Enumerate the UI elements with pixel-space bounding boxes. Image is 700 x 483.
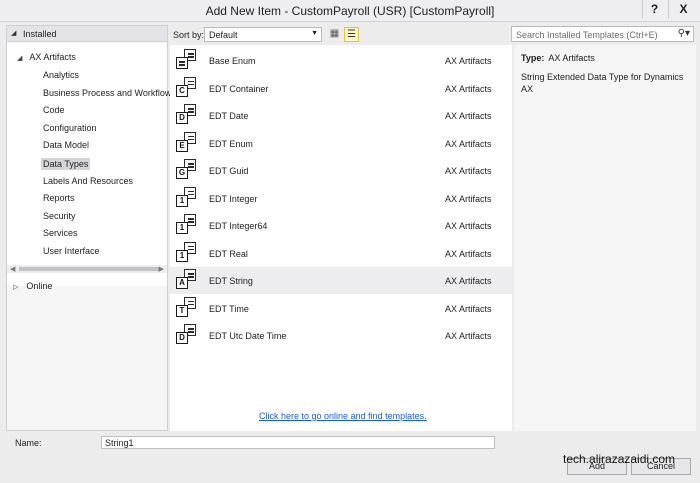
sort-label: Sort by:	[173, 30, 205, 40]
template-category: AX Artifacts	[445, 193, 492, 204]
search-icon[interactable]: ⚲▾	[678, 28, 690, 39]
template-name: EDT Integer	[209, 193, 258, 204]
edt-real-icon: 1	[176, 241, 198, 264]
template-name: EDT Container	[209, 83, 269, 94]
tree-item-analytics[interactable]: Analytics	[43, 70, 79, 80]
template-name: EDT Utc Date Time	[209, 331, 287, 341]
template-category: AX Artifacts	[445, 83, 492, 94]
tree-item-code[interactable]: Code	[43, 105, 65, 115]
sort-dropdown[interactable]: Default ▼	[204, 27, 322, 42]
footer: Name: Add Cancel tech.alirazazaidi.com	[0, 432, 700, 483]
type-value: AX Artifacts	[548, 53, 595, 63]
template-row[interactable]: D EDT Date AX Artifacts	[170, 102, 512, 129]
collapse-arrow-icon[interactable]: ◢	[11, 29, 16, 37]
sort-toolbar: Sort by: Default ▼ ▦ ☰	[170, 25, 512, 45]
template-name: Base Enum	[209, 56, 256, 66]
edt-string-icon: A	[176, 269, 198, 291]
installed-label: Installed	[23, 29, 57, 39]
help-button[interactable]: ?	[642, 0, 666, 18]
search-placeholder: Search Installed Templates (Ctrl+E)	[516, 30, 658, 40]
tree-item-configuration[interactable]: Configuration	[43, 123, 97, 133]
small-icons-view-button[interactable]: ▦	[327, 27, 342, 42]
template-category: AX Artifacts	[445, 56, 492, 66]
search-input[interactable]: Search Installed Templates (Ctrl+E) ⚲▾	[511, 26, 694, 42]
close-button[interactable]: X	[668, 0, 698, 18]
name-label: Name:	[15, 438, 42, 448]
template-category: AX Artifacts	[445, 276, 492, 286]
tree-horizontal-scrollbar[interactable]: ◀ ▶	[7, 265, 167, 273]
window-title: Add New Item - CustomPayroll (USR) [Cust…	[205, 4, 495, 18]
template-name: EDT String	[209, 276, 253, 286]
edt-guid-icon: G	[176, 159, 198, 181]
template-list: Base Enum AX Artifacts C EDT Container AX Ar…	[170, 45, 512, 431]
category-pane: ◢ Installed ◢ AX Artifacts Analytics Busin…	[6, 25, 171, 431]
template-category: AX Artifacts	[445, 166, 492, 176]
tree-item-business-process-and-workflow[interactable]: Business Process and Workflow	[43, 88, 171, 98]
template-name: EDT Guid	[209, 166, 249, 176]
template-row[interactable]: 1 EDT Integer AX Artifacts	[170, 185, 512, 212]
template-row[interactable]: A EDT String AX Artifacts	[170, 267, 512, 294]
tree-item-data-model[interactable]: Data Model	[43, 140, 89, 150]
edt-container-icon: C	[176, 76, 198, 99]
edt-date-icon: D	[176, 104, 198, 126]
template-row[interactable]: T EDT Time AX Artifacts	[170, 295, 512, 322]
edt-enum-icon: E	[176, 131, 198, 154]
edt-utc-date-time-icon: D	[176, 324, 198, 346]
grid-view-icon: ▦	[329, 28, 340, 39]
template-name: EDT Time	[209, 303, 249, 314]
scroll-right-icon[interactable]: ▶	[159, 265, 164, 273]
tree-item-security[interactable]: Security	[43, 211, 76, 221]
base-enum-icon	[176, 49, 198, 71]
template-row[interactable]: 1 EDT Integer64 AX Artifacts	[170, 212, 512, 239]
template-name: EDT Date	[209, 111, 249, 121]
scroll-left-icon[interactable]: ◀	[10, 265, 15, 273]
name-field[interactable]	[101, 436, 495, 449]
template-category: AX Artifacts	[445, 221, 492, 231]
template-category: AX Artifacts	[445, 111, 492, 121]
expand-right-icon[interactable]: ▷	[13, 284, 18, 291]
scrollbar-thumb[interactable]	[19, 267, 159, 271]
type-line: Type: AX Artifacts	[521, 53, 595, 63]
template-description: String Extended Data Type for Dynamics A…	[521, 72, 684, 94]
type-label: Type:	[521, 53, 545, 63]
sort-value: Default	[209, 30, 238, 40]
edt-integer-icon: 1	[176, 186, 198, 209]
edt-integer64-icon: 1	[176, 214, 198, 236]
template-row[interactable]: D EDT Utc Date Time AX Artifacts	[170, 322, 512, 349]
category-tree: ◢ AX Artifacts Analytics Business Process …	[7, 43, 171, 286]
template-name: EDT Real	[209, 248, 248, 259]
template-category: AX Artifacts	[445, 138, 492, 149]
find-online-templates-link[interactable]: Click here to go online and find templat…	[259, 411, 427, 421]
tree-item-reports[interactable]: Reports	[43, 193, 75, 203]
online-node[interactable]: ▷ Online	[13, 281, 52, 291]
tree-item-data-types[interactable]: Data Types	[41, 158, 91, 170]
watermark-text: tech.alirazazaidi.com	[563, 452, 676, 466]
template-row[interactable]: G EDT Guid AX Artifacts	[170, 157, 512, 184]
template-category: AX Artifacts	[445, 303, 492, 314]
title-bar: Add New Item - CustomPayroll (USR) [Cust…	[0, 0, 700, 22]
template-name: EDT Integer64	[209, 221, 268, 231]
template-row[interactable]: Base Enum AX Artifacts	[170, 47, 512, 74]
template-row[interactable]: 1 EDT Real AX Artifacts	[170, 240, 512, 267]
installed-header[interactable]: ◢ Installed	[7, 26, 167, 42]
template-category: AX Artifacts	[445, 248, 492, 259]
tree-item-user-interface[interactable]: User Interface	[43, 246, 100, 256]
template-row[interactable]: E EDT Enum AX Artifacts	[170, 130, 512, 157]
chevron-down-icon: ▼	[311, 30, 318, 37]
expand-arrow-icon[interactable]: ◢	[17, 55, 22, 62]
template-category: AX Artifacts	[445, 331, 492, 341]
details-pane: Type: AX Artifacts String Extended Data T…	[514, 45, 696, 431]
template-row[interactable]: C EDT Container AX Artifacts	[170, 75, 512, 102]
tree-item-services[interactable]: Services	[43, 228, 78, 238]
tree-item-labels-and-resources[interactable]: Labels And Resources	[43, 176, 133, 186]
tree-root-label: AX Artifacts	[29, 52, 76, 62]
online-label: Online	[26, 281, 53, 291]
edt-time-icon: T	[176, 296, 198, 319]
list-view-button[interactable]: ☰	[344, 27, 359, 42]
template-name: EDT Enum	[209, 138, 253, 149]
tree-root-ax-artifacts[interactable]: ◢ AX Artifacts	[17, 52, 76, 62]
list-view-icon: ☰	[347, 29, 356, 40]
